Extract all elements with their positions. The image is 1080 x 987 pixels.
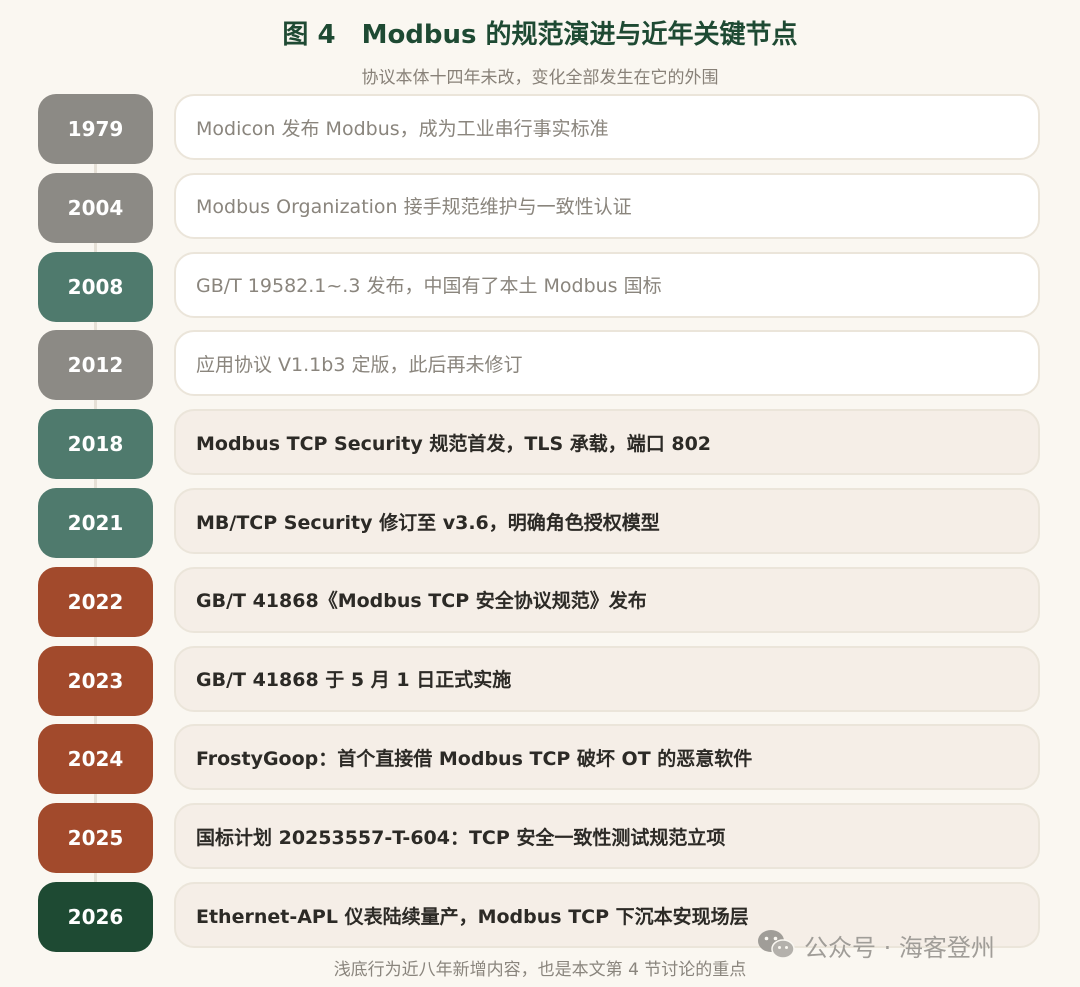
- timeline-row: 2012 应用协议 V1.1b3 定版，此后再未修订: [0, 330, 1080, 401]
- event-card: MB/TCP Security 修订至 v3.6，明确角色授权模型: [174, 488, 1040, 554]
- timeline-row: 2022 GB/T 41868《Modbus TCP 安全协议规范》发布: [0, 566, 1080, 637]
- year-badge: 2025: [38, 803, 153, 874]
- event-card: Modicon 发布 Modbus，成为工业串行事实标准: [174, 94, 1040, 160]
- timeline-row: 2021 MB/TCP Security 修订至 v3.6，明确角色授权模型: [0, 488, 1080, 558]
- wechat-icon: [756, 928, 796, 962]
- year-badge: 2023: [38, 645, 153, 716]
- watermark: 公众号 · 海客登州: [756, 927, 995, 963]
- year-badge: 2024: [38, 724, 153, 795]
- event-card: GB/T 19582.1~.3 发布，中国有了本土 Modbus 国标: [174, 251, 1040, 318]
- year-badge: 2008: [38, 251, 153, 322]
- year-badge: 2022: [38, 566, 153, 637]
- event-card: 国标计划 20253557-T-604：TCP 安全一致性测试规范立项: [174, 803, 1040, 870]
- event-card: Modbus TCP Security 规范首发，TLS 承载，端口 802: [174, 409, 1040, 476]
- year-badge: 2026: [38, 882, 153, 952]
- figure-subtitle: 协议本体十四年未改，变化全部发生在它的外围: [361, 68, 719, 88]
- event-card: GB/T 41868《Modbus TCP 安全协议规范》发布: [174, 566, 1040, 633]
- year-badge: 2004: [38, 172, 153, 243]
- timeline-row: 2018 Modbus TCP Security 规范首发，TLS 承载，端口 8…: [0, 409, 1080, 480]
- event-card: GB/T 41868 于 5 月 1 日正式实施: [174, 645, 1040, 712]
- year-badge: 2021: [38, 488, 153, 558]
- event-card: 应用协议 V1.1b3 定版，此后再未修订: [174, 330, 1040, 397]
- timeline-row: 2024 FrostyGoop：首个直接借 Modbus TCP 破坏 OT 的恶…: [0, 724, 1080, 795]
- year-badge: 2012: [38, 330, 153, 401]
- year-badge: 1979: [38, 94, 153, 164]
- timeline-row: 2008 GB/T 19582.1~.3 发布，中国有了本土 Modbus 国标: [0, 251, 1080, 322]
- timeline-row: 2025 国标计划 20253557-T-604：TCP 安全一致性测试规范立项: [0, 803, 1080, 874]
- year-badge: 2018: [38, 409, 153, 480]
- event-card: FrostyGoop：首个直接借 Modbus TCP 破坏 OT 的恶意软件: [174, 724, 1040, 791]
- timeline-row: 2023 GB/T 41868 于 5 月 1 日正式实施: [0, 645, 1080, 716]
- event-card: Modbus Organization 接手规范维护与一致性认证: [174, 172, 1040, 239]
- figure-title: 图 4 Modbus 的规范演进与近年关键节点: [282, 20, 798, 50]
- timeline-row: 1979 Modicon 发布 Modbus，成为工业串行事实标准: [0, 94, 1080, 164]
- watermark-text: 公众号 · 海客登州: [804, 933, 995, 962]
- timeline-row: 2004 Modbus Organization 接手规范维护与一致性认证: [0, 172, 1080, 243]
